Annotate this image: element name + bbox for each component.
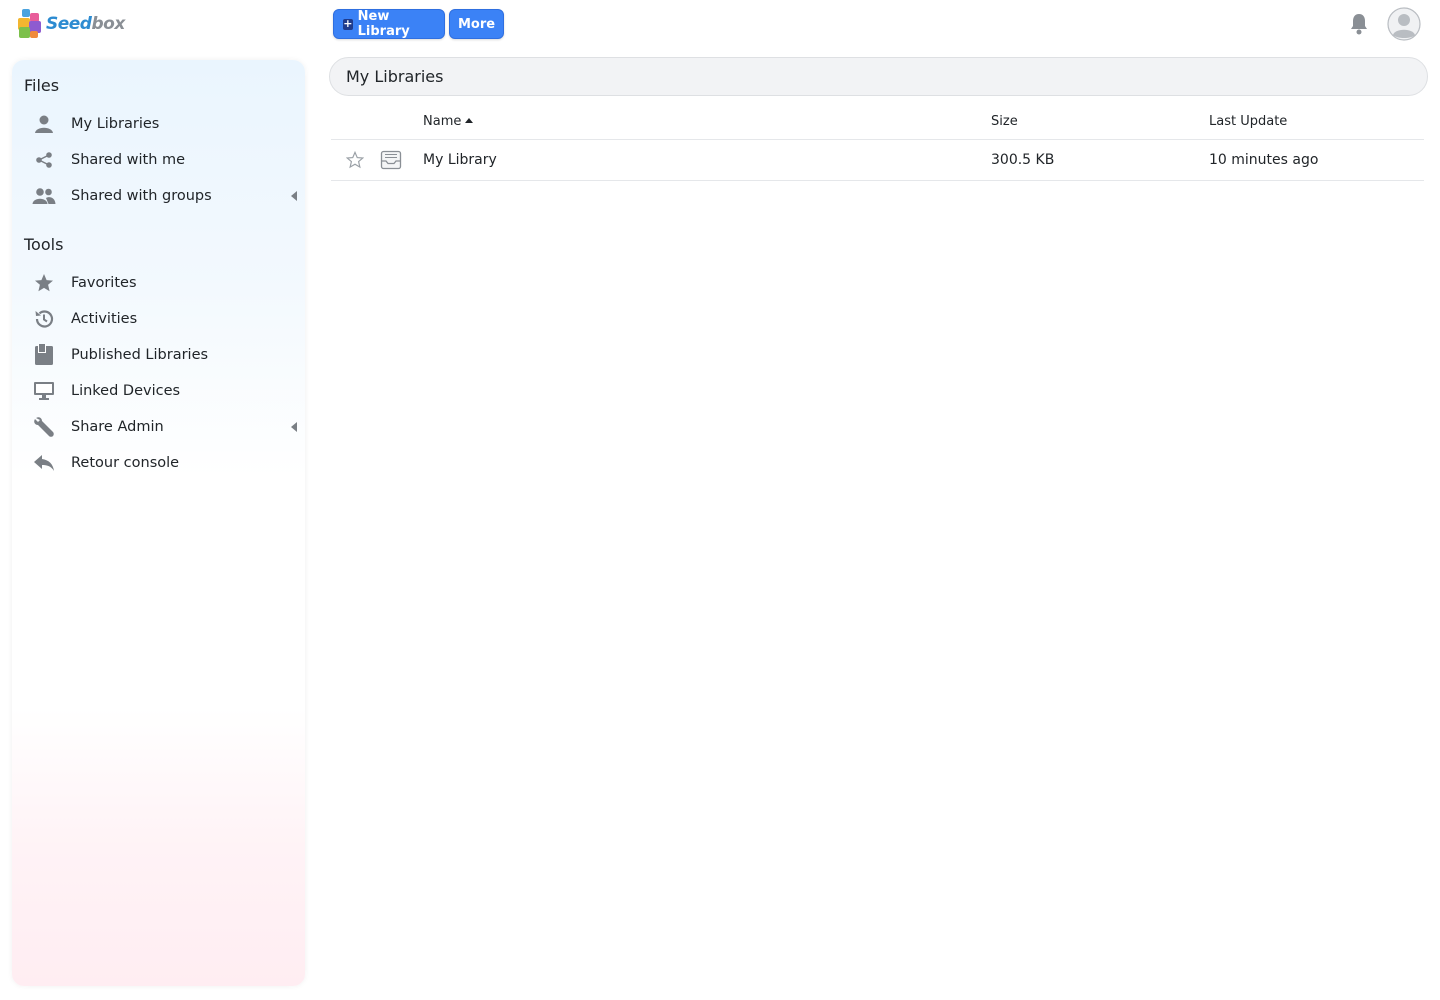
sidebar-item-my-libraries[interactable]: My Libraries [32, 108, 292, 140]
column-header-name[interactable]: Name [423, 114, 474, 129]
sidebar-item-label: Activities [71, 311, 138, 327]
breadcrumb: My Libraries [329, 57, 1428, 96]
column-header-size[interactable]: Size [991, 114, 1018, 129]
sort-ascending-icon [465, 118, 474, 123]
plus-icon: + [343, 16, 353, 30]
share-icon [32, 148, 56, 172]
star-outline-icon[interactable] [345, 150, 365, 169]
library-name-link[interactable]: My Library [423, 152, 497, 168]
table-row[interactable]: My Library 300.5 KB 10 minutes ago [331, 140, 1424, 181]
sidebar-item-label: Favorites [71, 275, 137, 291]
sidebar: Files My Libraries Shared with me Shared… [12, 60, 305, 986]
sidebar-item-label: Share Admin [71, 419, 164, 435]
more-label: More [457, 16, 496, 32]
logo-text: Seedbox [46, 14, 125, 34]
sidebar-item-shared-with-me[interactable]: Shared with me [32, 144, 292, 176]
new-library-label: New Library [357, 9, 410, 39]
caret-left-icon[interactable] [291, 191, 297, 201]
sidebar-item-label: Shared with groups [71, 188, 212, 204]
sidebar-item-label: Published Libraries [71, 347, 209, 363]
more-button[interactable]: More [449, 9, 504, 39]
sidebar-item-label: Linked Devices [71, 383, 181, 399]
files-section-title: Files [24, 76, 60, 95]
monitor-icon [32, 379, 56, 403]
sidebar-item-label: Retour console [71, 455, 180, 471]
new-library-button[interactable]: + New Library [333, 9, 445, 39]
seedbox-logo[interactable]: Seedbox [16, 8, 126, 40]
wrench-icon [32, 415, 56, 439]
sidebar-item-published-libraries[interactable]: Published Libraries [32, 339, 292, 371]
tools-section-title: Tools [24, 235, 64, 254]
sidebar-item-share-admin[interactable]: Share Admin [32, 411, 297, 443]
sidebar-item-linked-devices[interactable]: Linked Devices [32, 375, 292, 407]
sidebar-item-label: Shared with me [71, 152, 186, 168]
wiki-icon [32, 343, 56, 367]
user-icon [32, 112, 56, 136]
group-icon [32, 184, 56, 208]
reply-icon [32, 451, 56, 475]
column-header-last-update[interactable]: Last Update [1209, 114, 1287, 129]
sidebar-item-shared-with-groups[interactable]: Shared with groups [32, 180, 297, 212]
caret-left-icon[interactable] [291, 422, 297, 432]
logo-mark-icon [16, 9, 46, 39]
breadcrumb-current: My Libraries [346, 67, 444, 86]
avatar[interactable] [1387, 7, 1421, 41]
sidebar-item-activities[interactable]: Activities [32, 303, 292, 335]
bell-icon[interactable] [1348, 12, 1370, 36]
sidebar-item-label: My Libraries [71, 116, 160, 132]
top-header: Seedbox + New Library More [0, 0, 1440, 48]
library-last-update: 10 minutes ago [1209, 152, 1319, 168]
sidebar-item-favorites[interactable]: Favorites [32, 267, 292, 299]
history-icon [32, 307, 56, 331]
library-size: 300.5 KB [991, 152, 1055, 168]
library-icon [380, 149, 402, 171]
table-header: Name Size Last Update [331, 102, 1424, 140]
sidebar-item-retour-console[interactable]: Retour console [32, 447, 292, 479]
star-icon [32, 271, 56, 295]
